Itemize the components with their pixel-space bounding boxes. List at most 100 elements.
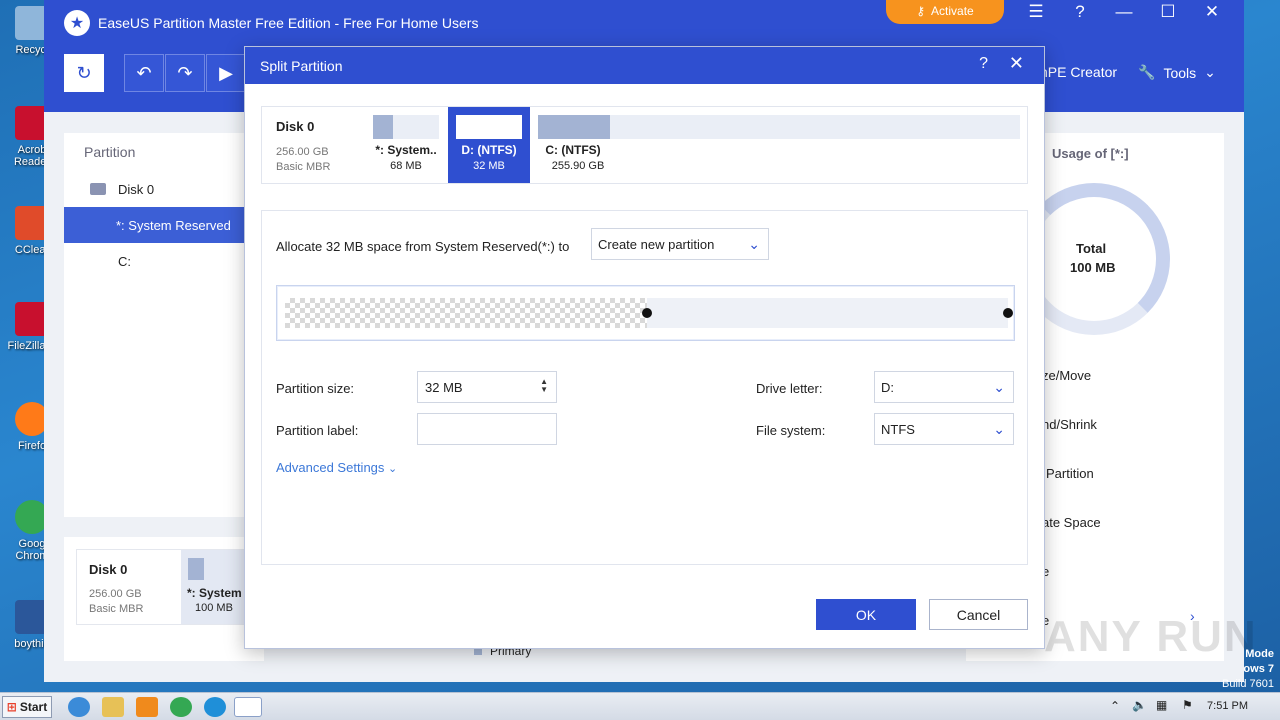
- dialog-titlebar: Split Partition ? ✕: [245, 47, 1044, 84]
- ok-button[interactable]: OK: [816, 599, 916, 630]
- easeus-logo-icon: ★: [64, 10, 90, 36]
- minimize-icon[interactable]: —: [1109, 0, 1139, 24]
- slider-handle-right[interactable]: [1003, 308, 1013, 318]
- easeus-taskbar-icon[interactable]: [234, 697, 262, 717]
- media-player-icon[interactable]: [136, 697, 158, 717]
- partition-name: C: (NTFS): [545, 143, 601, 157]
- windows-logo-icon: ⊞: [6, 700, 17, 714]
- os-windows-text: ows 7: [1243, 663, 1274, 675]
- activate-button[interactable]: ⚷ Activate: [886, 0, 1004, 24]
- advanced-settings-label: Advanced Settings: [276, 460, 385, 475]
- edge-icon[interactable]: [204, 697, 226, 717]
- chevron-down-icon: ⌄: [388, 463, 398, 475]
- volume-icon[interactable]: 🔈: [1132, 698, 1147, 712]
- dialog-title: Split Partition: [260, 57, 343, 74]
- close-icon[interactable]: ✕: [1009, 53, 1024, 74]
- action-allocate-space[interactable]: ate Space: [1042, 515, 1101, 530]
- disk-icon: [90, 183, 106, 195]
- ie-icon[interactable]: [68, 697, 90, 717]
- winpe-label: nPE Creator: [1040, 64, 1118, 80]
- start-label: Start: [19, 700, 48, 714]
- disk-map-name: Disk 0: [89, 562, 128, 577]
- partition-list-panel: Partition Disk 0 *: System Reserved C:: [64, 133, 264, 517]
- partition-list-item-label: C:: [118, 253, 131, 269]
- chevron-down-icon: ⌄: [1204, 64, 1216, 80]
- refresh-icon: ↻: [76, 62, 92, 83]
- disk-map-partition-fill: [188, 558, 204, 580]
- allocate-target-value: Create new partition: [598, 236, 715, 252]
- spinner-arrows-icon[interactable]: ▲ ▼: [540, 378, 548, 394]
- refresh-button[interactable]: ↻: [64, 54, 104, 92]
- action-extend-shrink[interactable]: nd/Shrink: [1042, 417, 1097, 432]
- help-icon[interactable]: ?: [1065, 0, 1095, 24]
- drive-letter-label: Drive letter:: [756, 381, 823, 396]
- cancel-button[interactable]: Cancel: [929, 599, 1028, 630]
- tray-arrow-icon[interactable]: ⌃: [1110, 699, 1120, 713]
- disk-type: Basic MBR: [276, 161, 331, 173]
- clock[interactable]: 7:51 PM: [1207, 700, 1248, 712]
- partition-size: 68 MB: [390, 160, 422, 172]
- slider-track: [285, 298, 1013, 328]
- redo-button[interactable]: ↷: [165, 54, 205, 92]
- start-button[interactable]: ⊞ Start: [2, 696, 52, 718]
- action-split-partition[interactable]: Partition: [1046, 466, 1094, 481]
- partition-size-label: Partition size:: [276, 381, 355, 396]
- maximize-icon[interactable]: ☐: [1153, 0, 1183, 24]
- help-icon[interactable]: ?: [979, 55, 988, 73]
- file-system-select[interactable]: NTFS ⌄: [874, 413, 1014, 445]
- action-resize-move[interactable]: ze/Move: [1042, 368, 1091, 383]
- partition-c[interactable]: C: (NTFS) 255.90 GB: [532, 107, 1022, 183]
- app-titlebar: ★ EaseUS Partition Master Free Edition -…: [44, 0, 1244, 46]
- disk-strip: Disk 0 256.00 GB Basic MBR *: System.. 6…: [261, 106, 1028, 184]
- disk-map-row[interactable]: Disk 0 256.00 GB Basic MBR *: System 100…: [76, 549, 265, 625]
- os-build-text: Build 7601: [1222, 678, 1274, 690]
- disk-size: 256.00 GB: [276, 146, 329, 158]
- split-settings-box: Allocate 32 MB space from System Reserve…: [261, 210, 1028, 565]
- slider-handle-left[interactable]: [641, 308, 652, 318]
- partition-label-label: Partition label:: [276, 423, 359, 438]
- activate-label: Activate: [931, 4, 974, 18]
- chrome-icon[interactable]: [170, 697, 192, 717]
- tools-menu[interactable]: 🔧 Tools ⌄: [1138, 64, 1216, 81]
- partition-bar: [538, 115, 1020, 139]
- disk-info: 256.00 GB Basic MBR: [276, 145, 330, 175]
- network-icon[interactable]: ▦: [1156, 698, 1167, 712]
- partition-list-item-c[interactable]: C:: [64, 243, 264, 279]
- disk-map-partition-name: *: System: [187, 586, 242, 600]
- redo-icon: ↷: [177, 62, 193, 83]
- explorer-icon[interactable]: [102, 697, 124, 717]
- chevron-down-icon: ⌄: [748, 236, 760, 252]
- advanced-settings-link[interactable]: Advanced Settings ⌄: [276, 460, 397, 475]
- split-slider[interactable]: [276, 285, 1015, 341]
- partition-list-item-label: *: System Reserved: [116, 217, 231, 233]
- flag-icon[interactable]: ⚑: [1182, 698, 1193, 712]
- slider-used-area: [285, 298, 647, 328]
- allocate-text: Allocate 32 MB space from System Reserve…: [276, 239, 570, 254]
- os-mode-text: Mode: [1245, 648, 1274, 660]
- drive-letter-value: D:: [881, 379, 894, 395]
- chevron-down-icon: ⌄: [993, 379, 1005, 395]
- partition-size-value: 32 MB: [425, 379, 463, 395]
- close-icon[interactable]: ✕: [1197, 0, 1227, 24]
- partition-list-item-label: Disk 0: [118, 181, 155, 197]
- partition-bar: [373, 115, 439, 139]
- drive-letter-select[interactable]: D: ⌄: [874, 371, 1014, 403]
- partition-list-item-system-reserved[interactable]: *: System Reserved: [64, 207, 264, 243]
- partition-d-new[interactable]: D: (NTFS) 32 MB: [448, 107, 530, 183]
- partition-size-stepper[interactable]: 32 MB ▲ ▼: [417, 371, 557, 403]
- partition-fill: [538, 115, 611, 139]
- partition-size: 255.90 GB: [551, 160, 605, 172]
- allocate-target-select[interactable]: Create new partition ⌄: [591, 228, 769, 260]
- partition-label-input[interactable]: [417, 413, 557, 445]
- partition-name: D: (NTFS): [461, 143, 517, 157]
- partition-name: *: System..: [375, 143, 437, 157]
- usage-title: Usage of [*:]: [1052, 146, 1129, 161]
- menu-icon[interactable]: ☰: [1021, 0, 1051, 24]
- partition-system-reserved[interactable]: *: System.. 68 MB: [366, 107, 446, 183]
- undo-icon: ↶: [136, 62, 152, 83]
- usage-total-label: Total: [1076, 241, 1107, 256]
- partition-list-item-disk0[interactable]: Disk 0: [64, 171, 264, 207]
- apply-button[interactable]: ▶: [206, 54, 246, 92]
- winpe-creator-button[interactable]: nPE Creator: [1040, 64, 1117, 80]
- undo-button[interactable]: ↶: [124, 54, 164, 92]
